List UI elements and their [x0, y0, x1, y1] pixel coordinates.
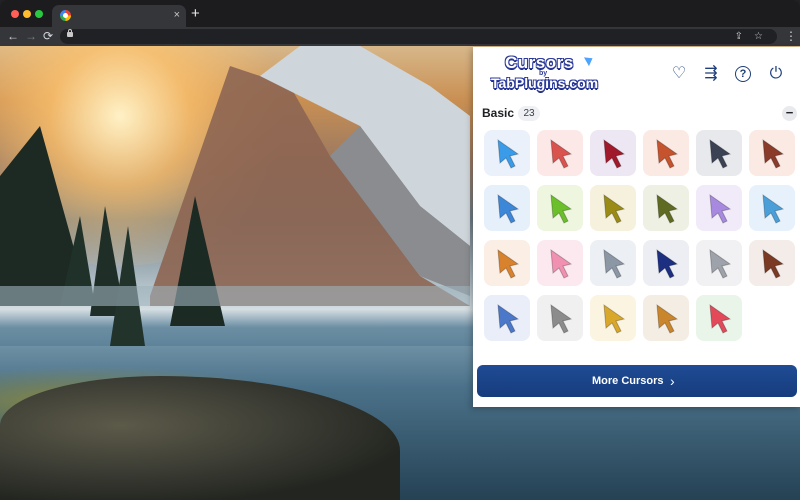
tab-strip: × + [0, 0, 800, 27]
cursor-grid [484, 130, 800, 341]
red-ball-arrow-icon [603, 138, 626, 169]
solar-panel-icon [497, 303, 520, 334]
stop-sign-icon [550, 138, 573, 169]
cursor-item-rocket[interactable] [749, 185, 795, 231]
lock-icon [67, 29, 73, 37]
grey-arrow-icon [709, 248, 732, 279]
olive-arrow-icon [603, 193, 626, 224]
pointer-plus-icon [497, 138, 520, 169]
cursor-item-circle-button[interactable] [696, 130, 742, 176]
blue-arrow-icon [497, 193, 520, 224]
minimize-window-button[interactable] [23, 10, 31, 18]
cursor-item-pointer-plus[interactable] [484, 130, 530, 176]
close-icon[interactable]: × [174, 8, 180, 22]
watermelon-icon [709, 303, 732, 334]
cursor-item-boot[interactable] [749, 130, 795, 176]
address-bar[interactable]: ⇪ ☆ [60, 29, 777, 44]
maximize-window-button[interactable] [35, 10, 43, 18]
cursor-item-green-sun[interactable] [537, 185, 583, 231]
chevron-right-icon: › [670, 373, 675, 389]
collapse-section-button[interactable]: − [782, 106, 797, 121]
bookmark-star-icon[interactable]: ☆ [754, 29, 763, 44]
cursor-item-blue-arrow[interactable] [484, 185, 530, 231]
cursor-item-stop-sign[interactable] [537, 130, 583, 176]
brown-arrow-icon [762, 248, 785, 279]
heart-icon[interactable]: ♡ [670, 65, 688, 83]
leaf-arrow-icon [656, 193, 679, 224]
cursors-extension-popup: Cursors by TabPlugins.com ♡ ⇶ ? ⏻ Basic … [473, 47, 800, 407]
orange-arrow-icon [656, 138, 679, 169]
tab-active[interactable]: × [52, 5, 186, 27]
boot-icon [762, 138, 785, 169]
more-cursors-label: More Cursors [592, 375, 664, 387]
cursor-item-solar-panel[interactable] [484, 295, 530, 341]
reload-icon[interactable]: ⟳ [43, 29, 53, 43]
close-window-button[interactable] [11, 10, 19, 18]
cursor-item-silver-arrow[interactable] [590, 240, 636, 286]
google-icon [60, 10, 71, 21]
logo-text-tabplugins: TabPlugins.com [491, 75, 599, 91]
power-icon[interactable]: ⏻ [767, 65, 785, 83]
browser-window: × + ← → ⟳ ⇪ ☆ ⋮ Cursors by TabPlugins.co… [0, 0, 800, 500]
rocket-icon [762, 193, 785, 224]
cursor-item-lavender-arrow[interactable] [696, 185, 742, 231]
cursor-item-grey-arrow[interactable] [696, 240, 742, 286]
logo-cursor-icon [583, 53, 596, 67]
cursor-item-cassette[interactable] [643, 295, 689, 341]
cursor-item-orange-arrow[interactable] [643, 130, 689, 176]
browser-toolbar: ← → ⟳ ⇪ ☆ ⋮ [0, 27, 800, 46]
cursor-item-brown-arrow[interactable] [749, 240, 795, 286]
navy-yellow-arrow-icon [656, 248, 679, 279]
help-icon[interactable]: ? [735, 66, 751, 82]
new-tab-button[interactable]: + [191, 6, 200, 22]
forward-icon[interactable]: → [25, 29, 37, 43]
cursors-logo: Cursors by TabPlugins.com [491, 53, 603, 95]
share-icon[interactable]: ⇶ [702, 65, 720, 83]
green-sun-icon [550, 193, 573, 224]
cursor-item-pink-hand[interactable] [537, 240, 583, 286]
cursor-item-ruler[interactable] [537, 295, 583, 341]
section-title: Basic [482, 106, 515, 120]
ruler-icon [550, 303, 573, 334]
circle-button-icon [709, 138, 732, 169]
cursor-item-olive-arrow[interactable] [590, 185, 636, 231]
more-cursors-button[interactable]: More Cursors › [477, 365, 797, 397]
lavender-arrow-icon [709, 193, 732, 224]
cursor-item-whisk[interactable] [484, 240, 530, 286]
cursor-item-watermelon[interactable] [696, 295, 742, 341]
silver-arrow-icon [603, 248, 626, 279]
browser-menu-icon[interactable]: ⋮ [785, 29, 797, 43]
cursor-item-red-ball-arrow[interactable] [590, 130, 636, 176]
pink-hand-icon [550, 248, 573, 279]
whisk-icon [497, 248, 520, 279]
cursor-item-navy-yellow-arrow[interactable] [643, 240, 689, 286]
cursor-count-badge: 23 [518, 106, 540, 121]
back-icon[interactable]: ← [7, 29, 19, 43]
cursor-item-leaf-arrow[interactable] [643, 185, 689, 231]
cassette-icon [656, 303, 679, 334]
share-icon[interactable]: ⇪ [735, 29, 743, 44]
cursor-item-trophy[interactable] [590, 295, 636, 341]
trophy-icon [603, 303, 626, 334]
